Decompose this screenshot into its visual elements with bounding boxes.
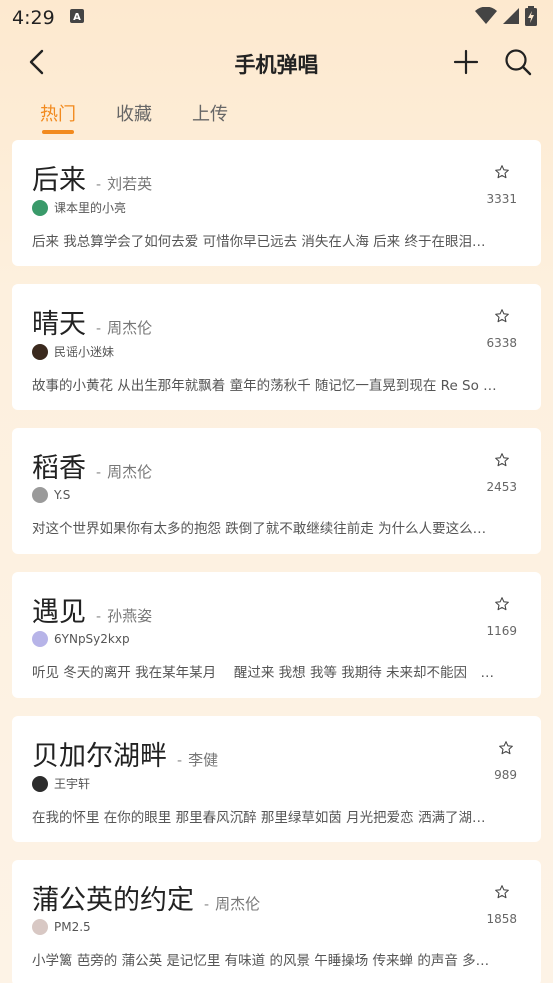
lyrics-preview: 故事的小黄花 从出生那年就飘着 童年的荡秋千 随记忆一直晃到现在 Re So … xyxy=(32,378,497,394)
uploader-name: Y.S xyxy=(54,488,71,502)
uploader-name: PM2.5 xyxy=(54,920,91,934)
song-separator: - xyxy=(96,177,102,193)
uploader-name: 民谣小迷妹 xyxy=(54,345,115,359)
signal-icon xyxy=(503,7,519,29)
avatar xyxy=(32,343,48,360)
lyrics-preview: 听见 冬天的离开 我在某年某月 醒过来 我想 我等 我期待 未来却不能因 … xyxy=(32,665,495,681)
song-card[interactable]: 遇见 - 孙燕姿 6YNpSy2kxp 听见 冬天的离开 我在某年某月 醒过来 … xyxy=(12,572,541,698)
notification-app-icon: A xyxy=(69,8,85,28)
favorite-count: 989 xyxy=(494,768,517,782)
add-button[interactable] xyxy=(451,49,481,79)
lyrics-preview: 后来 我总算学会了如何去爱 可惜你早已远去 消失在人海 后来 终于在眼泪… xyxy=(32,234,486,250)
avatar xyxy=(32,487,48,503)
uploader-name: 课本里的小亮 xyxy=(54,201,127,215)
song-separator: - xyxy=(177,753,183,769)
lyrics-preview: 对这个世界如果你有太多的抱怨 跌倒了就不敢继续往前走 为什么人要这么… xyxy=(32,521,487,537)
song-artist: 李健 xyxy=(188,751,219,769)
tab-upload[interactable]: 上传 xyxy=(192,100,228,134)
song-title: 晴天 xyxy=(32,309,86,340)
chevron-left-icon xyxy=(26,49,48,79)
song-card[interactable]: 后来 - 刘若英 课本里的小亮 后来 我总算学会了如何去爱 可惜你早已远去 消失… xyxy=(12,140,541,266)
favorite-count: 1858 xyxy=(486,912,517,926)
svg-text:A: A xyxy=(73,12,81,23)
tab-favorites[interactable]: 收藏 xyxy=(116,100,152,134)
song-title: 蒲公英的约定 xyxy=(32,885,194,916)
uploader-name: 王宇轩 xyxy=(54,777,91,791)
song-separator: - xyxy=(96,321,102,337)
song-list: 后来 - 刘若英 课本里的小亮 后来 我总算学会了如何去爱 可惜你早已远去 消失… xyxy=(0,140,553,983)
uploader-name: 6YNpSy2kxp xyxy=(54,632,130,646)
tab-hot[interactable]: 热门 xyxy=(40,100,76,134)
star-outline-icon[interactable] xyxy=(494,884,510,904)
search-icon xyxy=(504,48,532,80)
song-title: 后来 xyxy=(32,165,86,196)
favorite-count: 6338 xyxy=(486,336,517,350)
avatar xyxy=(32,199,48,216)
avatar xyxy=(32,775,48,792)
song-card[interactable]: 蒲公英的约定 - 周杰伦 PM2.5 小学篱 芭旁的 蒲公英 是记忆里 有味道 … xyxy=(12,860,541,983)
star-outline-icon[interactable] xyxy=(494,596,510,616)
tab-bar: 热门 收藏 上传 xyxy=(0,92,553,140)
song-artist: 周杰伦 xyxy=(215,895,261,913)
song-artist: 孙燕姿 xyxy=(107,607,153,625)
status-bar: 4:29 A xyxy=(0,0,553,36)
wifi-icon xyxy=(475,6,497,29)
status-time: 4:29 xyxy=(12,7,55,29)
song-artist: 周杰伦 xyxy=(107,463,153,481)
star-outline-icon[interactable] xyxy=(498,740,514,760)
app-bar: 手机弹唱 xyxy=(0,36,553,92)
favorite-count: 3331 xyxy=(486,192,517,206)
back-button[interactable] xyxy=(22,49,52,79)
star-outline-icon[interactable] xyxy=(494,308,510,328)
lyrics-preview: 小学篱 芭旁的 蒲公英 是记忆里 有味道 的风景 午睡操场 传来蝉 的声音 多… xyxy=(32,953,490,969)
lyrics-preview: 在我的怀里 在你的眼里 那里春风沉醉 那里绿草如茵 月光把爱恋 洒满了湖… xyxy=(32,810,486,826)
song-card[interactable]: 贝加尔湖畔 - 李健 王宇轩 在我的怀里 在你的眼里 那里春风沉醉 那里绿草如茵… xyxy=(12,716,541,842)
star-outline-icon[interactable] xyxy=(494,452,510,472)
song-separator: - xyxy=(96,609,102,625)
avatar xyxy=(32,631,48,647)
battery-icon xyxy=(525,6,537,30)
avatar xyxy=(32,919,48,935)
star-outline-icon[interactable] xyxy=(494,164,510,184)
song-separator: - xyxy=(204,897,210,913)
song-title: 遇见 xyxy=(32,597,86,628)
song-separator: - xyxy=(96,465,102,481)
search-button[interactable] xyxy=(503,49,533,79)
plus-icon xyxy=(453,49,479,79)
favorite-count: 1169 xyxy=(486,624,517,638)
song-artist: 周杰伦 xyxy=(107,319,153,337)
favorite-count: 2453 xyxy=(486,480,517,494)
song-artist: 刘若英 xyxy=(107,175,153,193)
song-title: 贝加尔湖畔 xyxy=(32,741,167,772)
song-card[interactable]: 晴天 - 周杰伦 民谣小迷妹 故事的小黄花 从出生那年就飘着 童年的荡秋千 随记… xyxy=(12,284,541,410)
song-title: 稻香 xyxy=(32,453,86,484)
song-card[interactable]: 稻香 - 周杰伦 Y.S 对这个世界如果你有太多的抱怨 跌倒了就不敢继续往前走 … xyxy=(12,428,541,554)
